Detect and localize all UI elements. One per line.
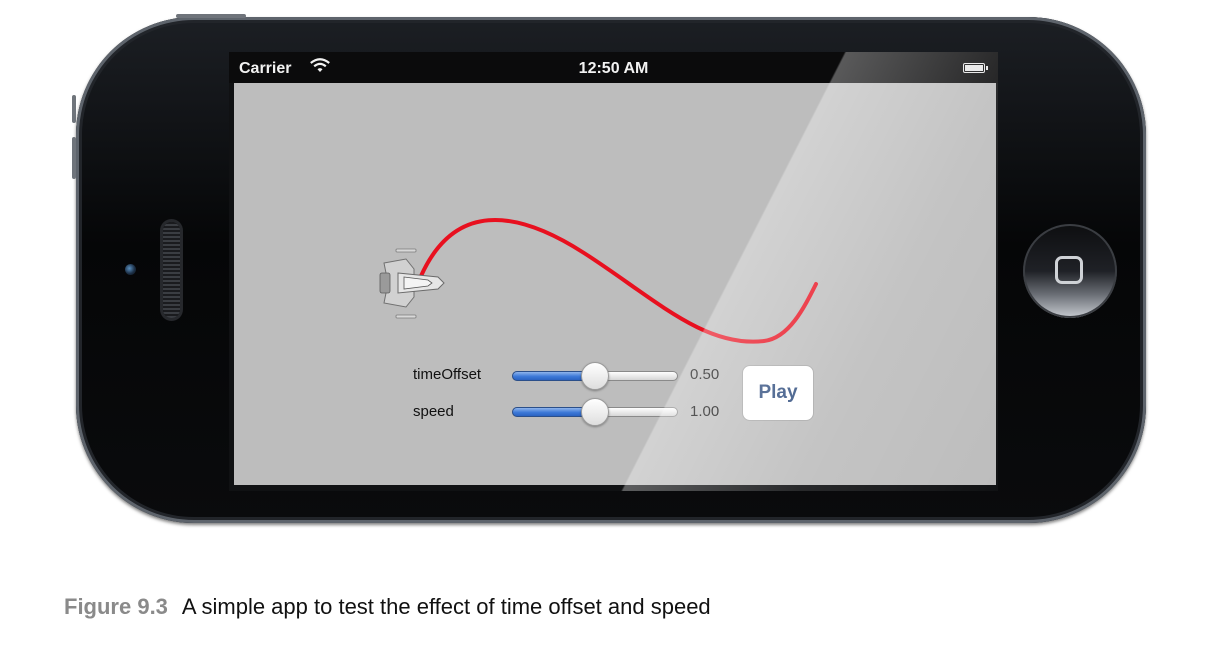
speed-value: 1.00 (690, 403, 720, 420)
bezier-curve-path (419, 217, 818, 344)
screen: Carrier 12:50 AM timeOffset 0.50 speed 1… (229, 52, 998, 491)
slider-thumb[interactable] (581, 362, 609, 390)
home-button[interactable] (1023, 224, 1117, 318)
caption-text: A simple app to test the effect of time … (181, 594, 711, 619)
figure-caption: Figure 9.3 A simple app to test the effec… (64, 594, 711, 620)
volume-up-button (72, 137, 76, 179)
time-offset-label: timeOffset (413, 366, 482, 383)
time-offset-value: 0.50 (690, 366, 720, 383)
front-camera (125, 264, 136, 275)
app-view: timeOffset 0.50 speed 1.00 Play (234, 83, 996, 485)
mute-switch (72, 95, 76, 123)
status-bar: Carrier 12:50 AM (229, 52, 998, 83)
figure-label: Figure 9.3 (64, 594, 168, 619)
play-button[interactable]: Play (742, 365, 814, 421)
earpiece-speaker (163, 222, 180, 318)
speed-label: speed (413, 403, 454, 420)
home-square-icon (1055, 256, 1083, 284)
speed-slider[interactable] (512, 398, 678, 426)
status-time: 12:50 AM (578, 60, 649, 77)
time-offset-slider[interactable] (512, 362, 678, 390)
spaceship-icon (379, 248, 445, 319)
slider-thumb[interactable] (581, 398, 609, 426)
battery-icon (963, 63, 988, 73)
iphone-device: Carrier 12:50 AM timeOffset 0.50 speed 1… (72, 14, 1146, 523)
sleep-button (176, 14, 246, 18)
